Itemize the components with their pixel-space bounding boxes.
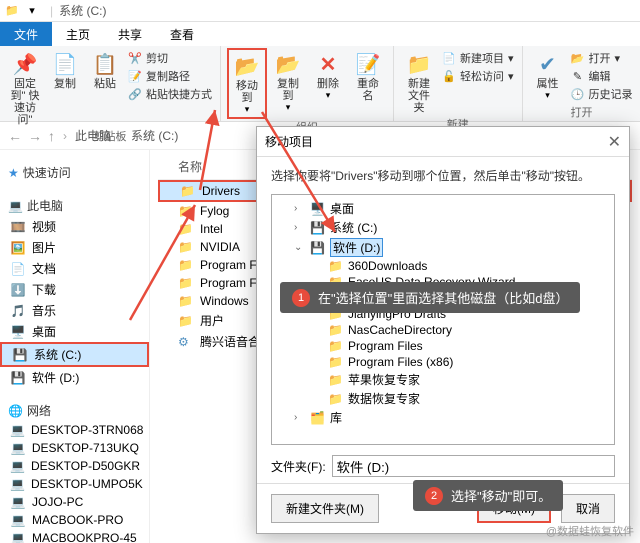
up-icon[interactable]: ↑ [48,128,55,144]
properties-button[interactable]: ✔属性▾ [529,48,567,103]
tree-item[interactable]: 📁Program Files [276,338,610,354]
sidebar-item-video[interactable]: 🎞️视频 [0,216,149,237]
easyaccess-button[interactable]: 🔓轻松访问 ▾ [442,68,514,84]
tree-item[interactable]: 📁360Downloads [276,258,610,274]
sidebar-item-pictures[interactable]: 🖼️图片 [0,237,149,258]
tab-home[interactable]: 主页 [52,22,104,46]
folder-tree[interactable]: ›🖥️桌面 ›💾系统 (C:) ⌄💾软件 (D:) 📁360Downloads … [271,194,615,445]
tab-share[interactable]: 共享 [104,22,156,46]
back-icon[interactable]: ← [8,128,22,144]
sidebar-item-music[interactable]: 🎵音乐 [0,300,149,321]
folder-input[interactable] [332,455,615,477]
group-open: ✔属性▾ 📂打开 ▾ ✎编辑 🕒历史记录 打开 [523,46,640,121]
group-clipboard: 📌固定到" 快速访问" 📄复制 📋粘贴 ✂️剪切 📝复制路径 🔗粘贴快捷方式 剪… [0,46,221,121]
tree-item[interactable]: 📁NasCacheDirectory [276,322,610,338]
dialog-message: 选择你要将"Drivers"移动到哪个位置，然后单击"移动"按钮。 [271,167,615,184]
cut-button[interactable]: ✂️剪切 [128,50,212,66]
tree-item[interactable]: 📁Program Files (x86) [276,354,610,370]
net-item[interactable]: 💻DESKTOP-UMPO5K [0,475,149,493]
moveto-button[interactable]: 📂移动到▾ [227,48,267,119]
copy-button[interactable]: 📄复制 [46,48,84,92]
net-item[interactable]: 💻DESKTOP-D50GKR [0,457,149,475]
tab-view[interactable]: 查看 [156,22,208,46]
sidebar-drive-c[interactable]: 💾系统 (C:) [0,342,149,367]
titlebar: 📁 ▾ | 系统 (C:) [0,0,640,22]
cancel-button[interactable]: 取消 [561,494,615,523]
tree-libraries[interactable]: ›🗂️库 [276,408,610,427]
pin-button[interactable]: 📌固定到" 快速访问" [6,48,44,128]
open-button[interactable]: 📂打开 ▾ [571,50,633,66]
crumb-pc[interactable]: 此电脑 [75,127,111,144]
copypath-button[interactable]: 📝复制路径 [128,68,212,84]
callout-2: 2选择"移动"即可。 [413,480,563,511]
folder-icon: 📁 [4,3,20,19]
this-pc[interactable]: 💻此电脑 [8,197,149,214]
group-organize: 📂移动到▾ 📂复制到▾ ✕删除▾ 📝重命名 组织 [221,46,394,121]
network[interactable]: 🌐网络 [8,402,149,419]
group-new: 📁新建 文件夹 📄新建项目 ▾ 🔓轻松访问 ▾ 新建 [394,46,523,121]
down-icon[interactable]: ▾ [24,3,40,19]
nav-sidebar: ★快速访问 💻此电脑 🎞️视频 🖼️图片 📄文档 ⬇️下载 🎵音乐 🖥️桌面 💾… [0,150,150,543]
history-button[interactable]: 🕒历史记录 [571,86,633,102]
dialog-titlebar: 移动项目 ✕ [257,127,629,157]
paste-button[interactable]: 📋粘贴 [86,48,124,92]
net-item[interactable]: 💻MACBOOKPRO-45 [0,529,149,543]
net-item[interactable]: 💻DESKTOP-713UKQ [0,439,149,457]
close-icon[interactable]: ✕ [608,132,621,152]
tree-drive-c[interactable]: ›💾系统 (C:) [276,218,610,237]
window-title: 系统 (C:) [59,2,106,19]
newitem-button[interactable]: 📄新建项目 ▾ [442,50,514,66]
tree-desktop[interactable]: ›🖥️桌面 [276,199,610,218]
tree-item[interactable]: 📁数据恢复专家 [276,389,610,408]
edit-button[interactable]: ✎编辑 [571,68,633,84]
newfolder-button[interactable]: 📁新建 文件夹 [400,48,438,116]
ribbon: 📌固定到" 快速访问" 📄复制 📋粘贴 ✂️剪切 📝复制路径 🔗粘贴快捷方式 剪… [0,46,640,122]
net-item[interactable]: 💻DESKTOP-3TRN068 [0,421,149,439]
net-item[interactable]: 💻JOJO-PC [0,493,149,511]
sidebar-item-desktop[interactable]: 🖥️桌面 [0,321,149,342]
callout-1: 1在"选择位置"里面选择其他磁盘（比如d盘） [280,282,580,313]
folder-label: 文件夹(F): [271,458,326,475]
pasteshortcut-button[interactable]: 🔗粘贴快捷方式 [128,86,212,102]
delete-button[interactable]: ✕删除▾ [309,48,347,103]
sidebar-drive-d[interactable]: 💾软件 (D:) [0,367,149,388]
rename-button[interactable]: 📝重命名 [349,48,387,104]
net-item[interactable]: 💻MACBOOK-PRO [0,511,149,529]
tab-file[interactable]: 文件 [0,22,52,46]
watermark: @数据蛙恢复软件 [546,523,634,539]
forward-icon[interactable]: → [28,128,42,144]
newfolder-button[interactable]: 新建文件夹(M) [271,494,379,523]
dialog-title: 移动项目 [265,133,313,150]
move-dialog: 移动项目 ✕ 选择你要将"Drivers"移动到哪个位置，然后单击"移动"按钮。… [256,126,630,534]
quick-access[interactable]: ★快速访问 [8,164,149,181]
tree-item[interactable]: 📁苹果恢复专家 [276,370,610,389]
copyto-button[interactable]: 📂复制到▾ [269,48,307,115]
ribbon-tabs: 文件 主页 共享 查看 [0,22,640,46]
tree-drive-d[interactable]: ⌄💾软件 (D:) [276,237,610,258]
crumb-drive[interactable]: 系统 (C:) [131,127,178,144]
sidebar-item-downloads[interactable]: ⬇️下载 [0,279,149,300]
sidebar-item-documents[interactable]: 📄文档 [0,258,149,279]
